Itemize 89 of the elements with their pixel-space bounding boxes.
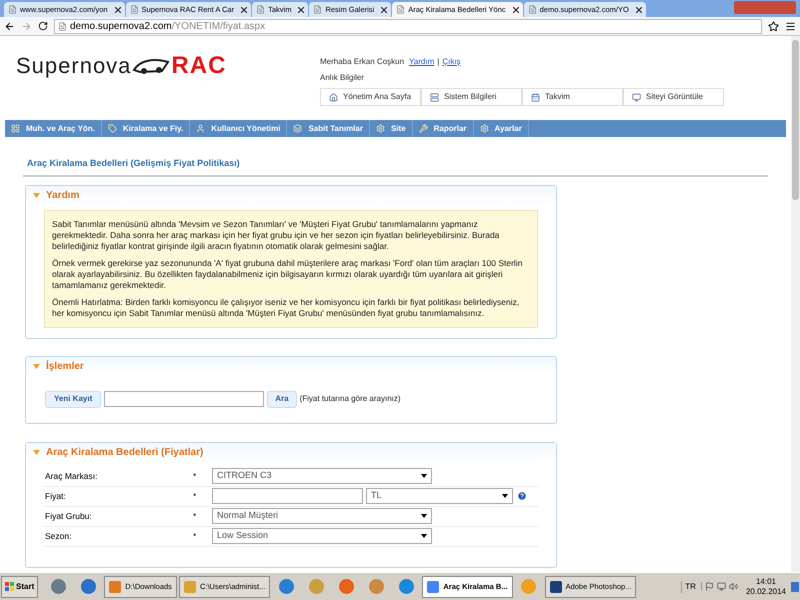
search-hint: (Fiyat tutarına göre arayınız) [300, 393, 401, 405]
menu-icon[interactable] [785, 20, 796, 32]
help-text: Örnek vermek gerekirse yaz sezonununda 'A' fiyat grubuna dahil müşterilere araç markası 'Ford' olan tüm araçları 100 Sterlin olarak ayarlayabilirsiniz. Bu özellikten faydalanabilmeniz için bilgisayarın kırmızı olarak uyardığı tüm uyarılara ait girişleri tamamlamanız gerekmektedir. [52, 258, 524, 290]
caret-icon[interactable] [33, 364, 40, 369]
monitor-icon [632, 92, 641, 102]
nav-item[interactable]: Kiralama ve Fiy. [102, 120, 190, 137]
dropdown-arrow-icon [421, 534, 427, 538]
nav-item[interactable]: Sabit Tanımlar [287, 120, 370, 137]
quick-link[interactable]: Takvim [522, 88, 623, 106]
forward-icon[interactable] [21, 20, 32, 32]
scrollbar[interactable] [791, 36, 800, 572]
caret-icon[interactable] [33, 450, 40, 455]
home-icon [329, 92, 338, 102]
page-icon [256, 5, 266, 14]
field-label: Fiyat: [44, 490, 67, 502]
page-title: Araç Kiralama Bedelleri (Gelişmiş Fiyat Politikası) [27, 157, 241, 170]
logo: Supernova RAC [15, 50, 228, 76]
page-icon [58, 22, 67, 30]
close-icon[interactable] [381, 6, 388, 12]
new-record-button[interactable]: Yeni Kayıt [45, 390, 102, 408]
volume-icon[interactable] [728, 582, 738, 591]
nav-item[interactable]: Ayarlar [474, 120, 529, 137]
nav-item[interactable]: Kullanıcı Yönetimi [190, 120, 288, 137]
calendar-icon [531, 92, 540, 102]
help-icon[interactable] [517, 491, 527, 501]
quick-link[interactable]: Sistem Bilgileri [421, 88, 522, 106]
user-icon [196, 124, 206, 133]
app-icon [427, 580, 440, 592]
windows-logo-icon [5, 582, 14, 591]
link[interactable]: Yardım [409, 56, 434, 68]
app-icon [109, 580, 122, 592]
app-icon [550, 580, 562, 592]
page-icon [313, 5, 322, 14]
reload-icon[interactable] [38, 21, 48, 31]
field-label: Fiyat Grubu: [44, 510, 93, 522]
clock-time: 14:01 [756, 576, 776, 586]
settings-icon [480, 124, 489, 133]
currency-select[interactable]: TL [366, 488, 513, 504]
select-field[interactable]: Normal Müşteri [212, 508, 432, 524]
greeting: Merhaba Erkan Coşkun [320, 56, 404, 68]
layers-icon [293, 124, 302, 133]
info-title: Anlık Bilgiler [320, 72, 366, 84]
search-button[interactable]: Ara [267, 390, 297, 408]
close-icon[interactable] [114, 6, 121, 12]
close-icon[interactable] [298, 6, 304, 12]
wrench-icon [418, 124, 428, 133]
bookmark-icon[interactable] [768, 20, 779, 32]
server-icon [430, 92, 439, 102]
page-icon [528, 5, 537, 14]
close-icon[interactable] [636, 6, 642, 12]
page-icon [8, 5, 17, 14]
required-mark: * [193, 490, 198, 502]
dropdown-arrow-icon [421, 514, 427, 518]
page-icon [130, 5, 139, 14]
price-field[interactable] [212, 488, 363, 504]
help-text: Önemli Hatırlatma: Birden farklı komisyoncu ile çalışıyor iseniz ve her komisyoncu için farklı bir fiyat politikası belirlediyseniz, her komisyoncu için Sabit Tanımlar menüsü altında 'Müşteri Fiyat Grubu' menüsünden fiyat grubu tanımlamalısınız. [52, 296, 520, 318]
required-mark: * [193, 510, 198, 522]
quick-link[interactable]: Siteyi Görüntüle [623, 88, 724, 106]
help-text: Sabit Tanımlar menüsünü altında 'Mevsim ve Sezon Tanımları' ve 'Müşteri Fiyat Grubu' tanımlamalarını yapmanız gerekmektedir. Daha sonra her araç markası için her fiyat grubu için ve her sezon için fiyatları belirleyebilirsiniz. Burada belirlediğiniz fiyatlar kontrat girişinde ilgili aracın fiyatının otomatik olarak gelmesini sağlar. [52, 218, 500, 252]
tag-icon [108, 124, 117, 133]
caret-icon[interactable] [33, 193, 40, 198]
back-icon[interactable] [4, 20, 15, 32]
page-icon [396, 5, 406, 14]
required-mark: * [193, 470, 198, 482]
start-button[interactable]: Start [1, 576, 38, 598]
close-icon[interactable] [241, 6, 248, 12]
flag-icon[interactable] [704, 582, 714, 591]
nav-item[interactable]: Muh. ve Araç Yön. [5, 120, 102, 137]
dropdown-arrow-icon [421, 474, 427, 478]
app-icon [184, 580, 196, 592]
clock-date: 20.02.2014 [746, 586, 786, 596]
close-icon[interactable] [512, 6, 519, 12]
quick-link[interactable]: Yönetim Ana Sayfa [320, 88, 421, 106]
show-desktop-button[interactable] [791, 582, 799, 592]
select-field[interactable]: Low Session [212, 528, 432, 544]
field-label: Sezon: [44, 530, 72, 542]
address-field[interactable]: demo.supernova2.com/YONETIM/fiyat.aspx [54, 18, 762, 34]
language-indicator[interactable]: TR [681, 580, 699, 592]
gear-icon [376, 124, 385, 133]
search-field[interactable] [104, 391, 264, 407]
nav-item[interactable]: Raporlar [412, 120, 474, 137]
grid-icon [11, 124, 20, 133]
dropdown-arrow-icon [502, 494, 508, 498]
separator: | [437, 56, 440, 68]
select-field[interactable]: CITROEN C3 [212, 468, 432, 484]
field-label: Araç Markası: [44, 470, 98, 482]
link[interactable]: Çıkış [442, 56, 461, 68]
required-mark: * [193, 530, 198, 542]
nav-item[interactable]: Site [370, 120, 413, 137]
